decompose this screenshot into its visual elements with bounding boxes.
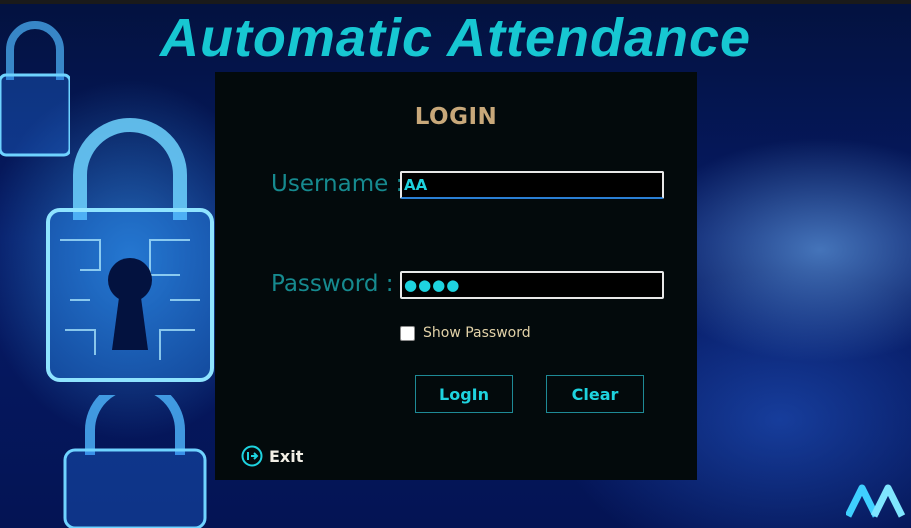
login-panel: LOGIN Username : AA Password : ●●●● Show…: [215, 72, 697, 480]
exit-button[interactable]: Exit: [241, 445, 303, 467]
app-title: Automatic Attendance: [159, 8, 752, 68]
background-padlock-bottom-icon: [60, 395, 210, 528]
password-label: Password :: [271, 271, 394, 297]
show-password-toggle[interactable]: Show Password: [400, 325, 531, 341]
password-input[interactable]: ●●●●: [400, 271, 664, 299]
username-input[interactable]: AA: [400, 171, 664, 199]
show-password-label: Show Password: [423, 325, 531, 341]
window-top-edge: [0, 0, 911, 4]
show-password-checkbox[interactable]: [400, 325, 415, 341]
exit-label: Exit: [269, 446, 304, 466]
login-heading: LOGIN: [414, 104, 498, 130]
clear-button[interactable]: Clear: [546, 375, 644, 413]
brand-logo-icon: [844, 482, 906, 522]
username-label: Username :: [271, 171, 404, 197]
login-button[interactable]: LogIn: [415, 375, 513, 413]
exit-arrow-icon: [241, 445, 263, 467]
